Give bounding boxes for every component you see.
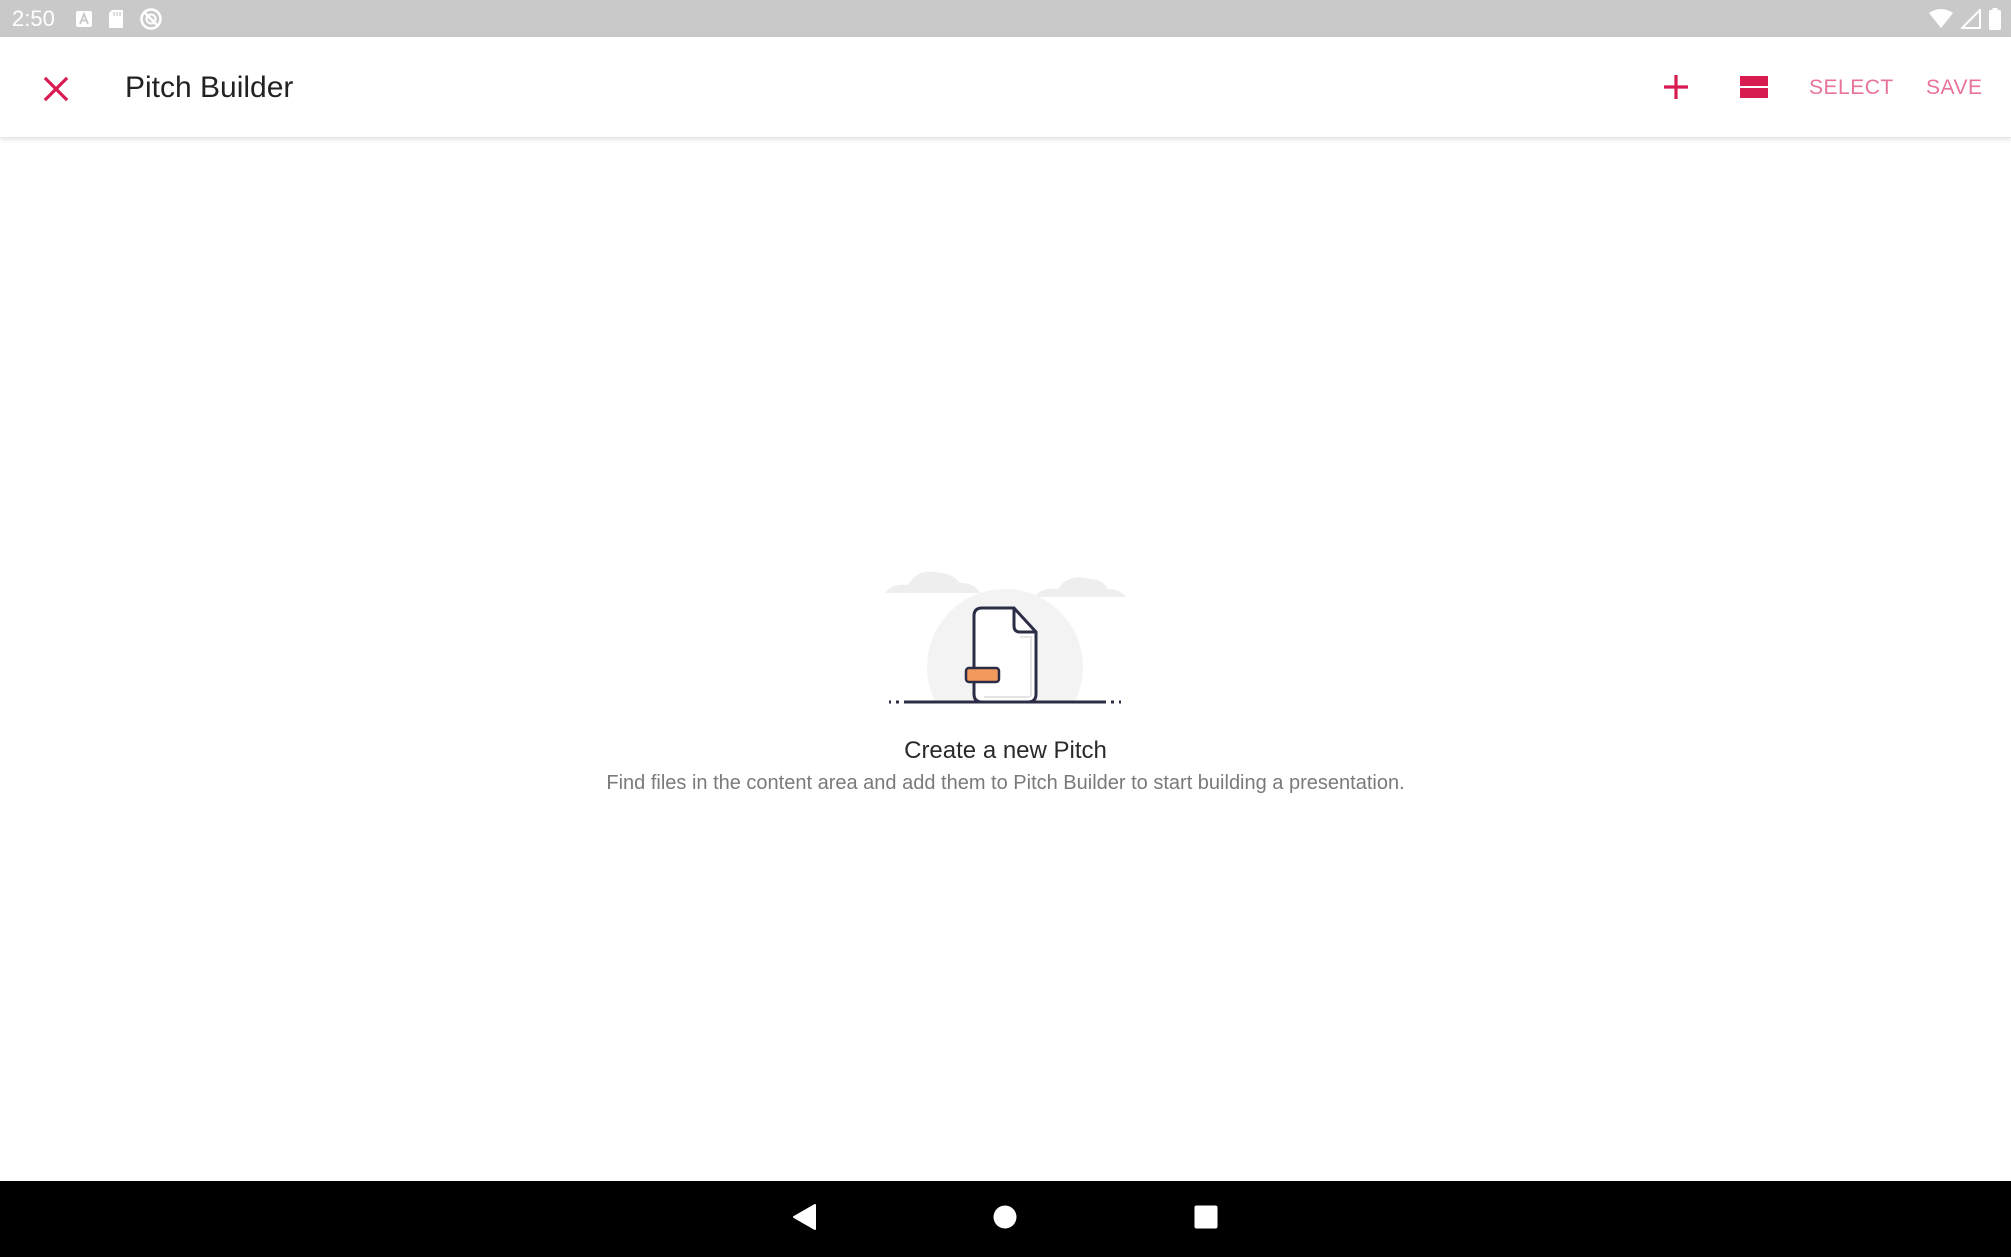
home-circle-icon — [992, 1204, 1018, 1235]
layout-toggle-button[interactable] — [1728, 65, 1780, 113]
app-bar: Pitch Builder SELECT SAVE — [0, 37, 2011, 138]
page-title: Pitch Builder — [125, 71, 294, 104]
recents-square-icon — [1193, 1204, 1219, 1235]
screen: 2:50 Pitch Builder SELECT SAVE Create a … — [0, 0, 2011, 1257]
empty-state-description: Find files in the content area and add t… — [606, 772, 1405, 794]
status-time: 2:50 — [12, 6, 55, 31]
document-illustration — [880, 555, 1130, 745]
close-button[interactable] — [30, 65, 82, 117]
status-bar: 2:50 — [0, 0, 2011, 37]
home-button[interactable] — [985, 1199, 1025, 1239]
navigation-bar — [0, 1181, 2011, 1257]
select-button[interactable]: SELECT — [1809, 75, 1894, 101]
wifi-icon — [1929, 9, 1953, 29]
back-triangle-icon — [791, 1203, 817, 1236]
document-icon — [972, 606, 1038, 704]
sd-card-icon — [107, 9, 125, 29]
layout-icon — [1739, 75, 1769, 104]
status-left-icons — [75, 7, 163, 31]
cloud-left-icon — [885, 571, 980, 593]
sync-icon — [139, 7, 163, 31]
battery-icon — [1989, 8, 2001, 30]
add-button[interactable] — [1652, 65, 1700, 113]
save-button[interactable]: SAVE — [1926, 75, 1982, 101]
tag-icon — [964, 666, 1001, 684]
plus-icon — [1663, 74, 1689, 105]
a-notification-icon — [75, 10, 93, 28]
empty-state-title: Create a new Pitch — [904, 737, 1107, 764]
recents-button[interactable] — [1186, 1199, 1226, 1239]
close-icon — [43, 76, 69, 107]
signal-icon — [1961, 9, 1981, 29]
status-right-icons — [1929, 8, 2001, 30]
back-button[interactable] — [784, 1199, 824, 1239]
cloud-right-icon — [1035, 577, 1126, 597]
